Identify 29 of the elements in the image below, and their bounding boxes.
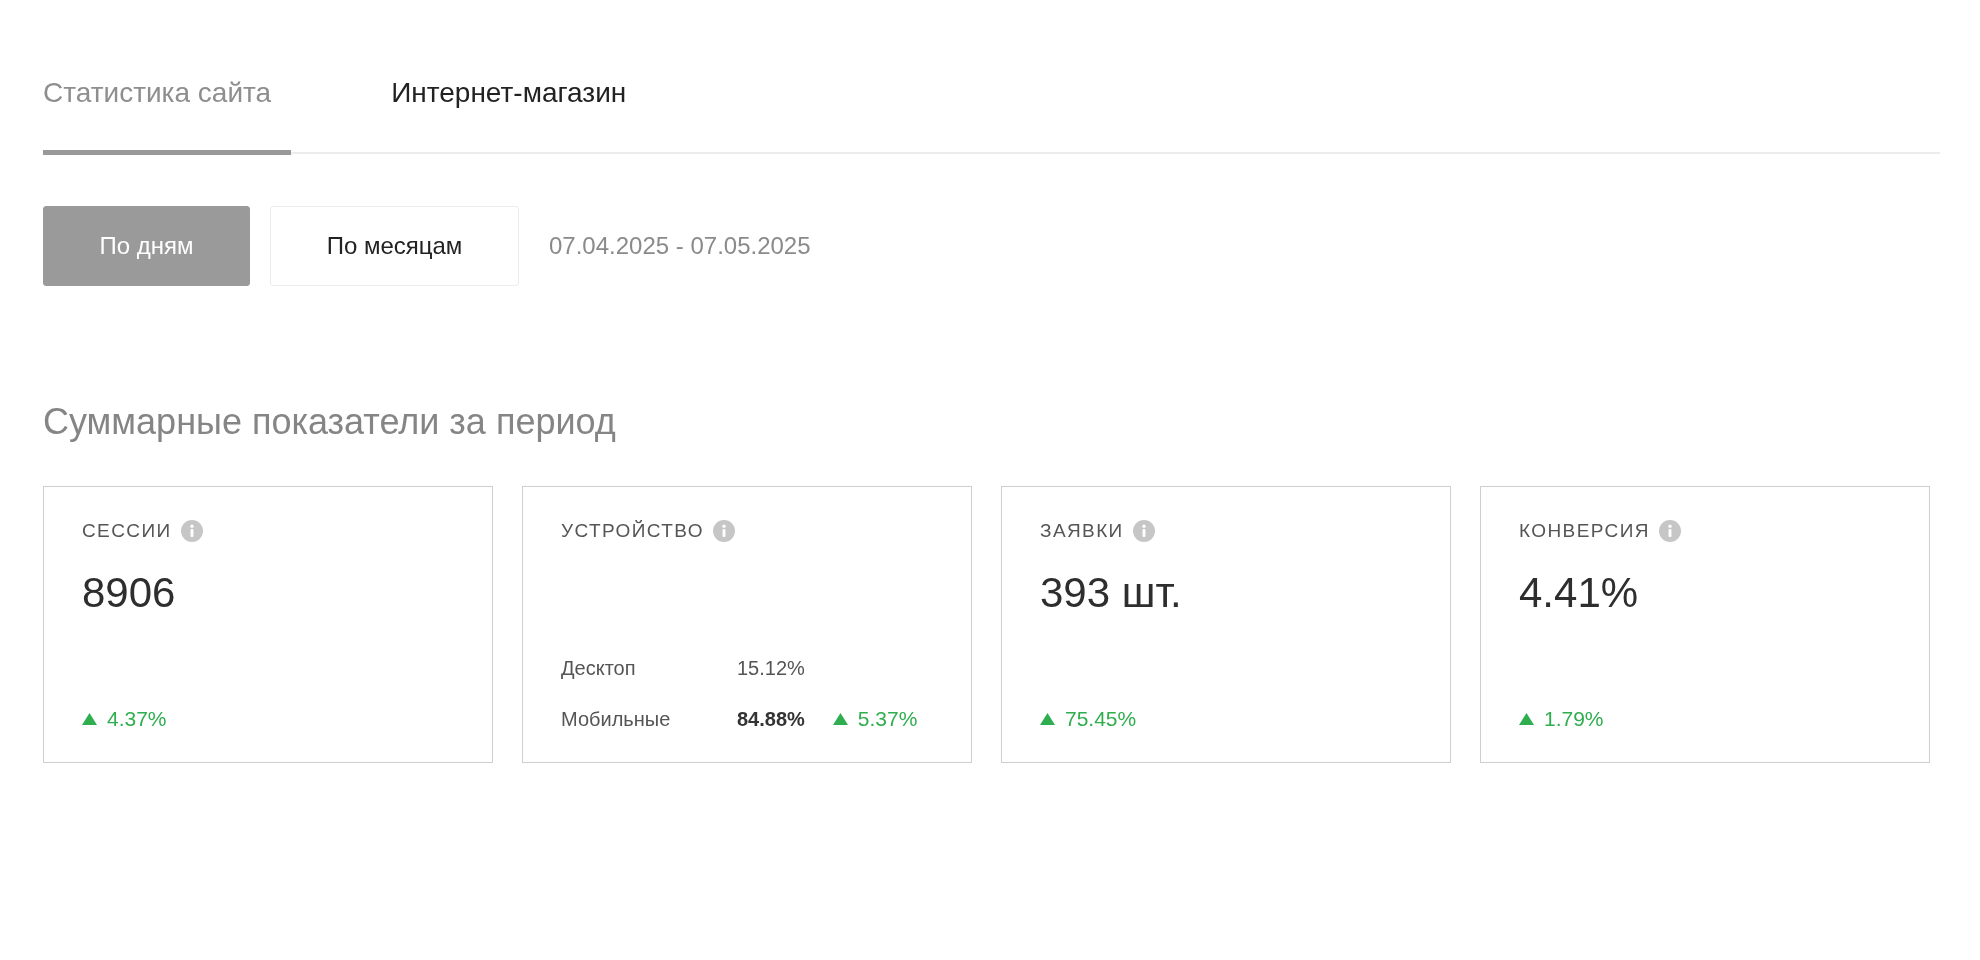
card-label: СЕССИИ <box>82 519 172 542</box>
device-name: Мобильные <box>561 707 672 731</box>
info-icon[interactable] <box>1132 519 1155 542</box>
card-value: 8906 <box>82 568 177 618</box>
trend-value: 1.79% <box>1544 706 1604 732</box>
device-name: Десктоп <box>561 657 637 680</box>
card-label: КОНВЕРСИЯ <box>1519 519 1650 542</box>
period-button[interactable]: По месяцам <box>270 206 519 286</box>
device-share: 84.88% <box>737 707 805 731</box>
trend-value: 75.45% <box>1065 706 1137 732</box>
tab[interactable]: Интернет-магазин <box>391 76 647 155</box>
info-icon[interactable] <box>180 519 203 542</box>
tab[interactable]: Статистика сайта <box>43 76 292 155</box>
trend-value: 4.37% <box>107 706 167 732</box>
date-range[interactable]: 07.04.2025 - 07.05.2025 <box>549 232 811 260</box>
up-triangle-icon <box>1040 713 1055 725</box>
card-value: 393 шт. <box>1040 568 1183 618</box>
device-share: 15.12% <box>737 657 805 680</box>
up-triangle-icon <box>82 713 97 725</box>
up-triangle-icon <box>1519 713 1534 725</box>
period-button[interactable]: По дням <box>43 206 250 286</box>
info-icon[interactable] <box>1658 519 1681 542</box>
section-title: Суммарные показатели за период <box>43 400 617 444</box>
trend-value: 5.37% <box>857 706 918 732</box>
card-value: 4.41% <box>1519 568 1640 618</box>
info-icon[interactable] <box>713 519 735 542</box>
card-label: УСТРОЙСТВО <box>561 519 704 542</box>
up-triangle-icon <box>832 713 848 725</box>
card-label: ЗАЯВКИ <box>1040 519 1124 542</box>
